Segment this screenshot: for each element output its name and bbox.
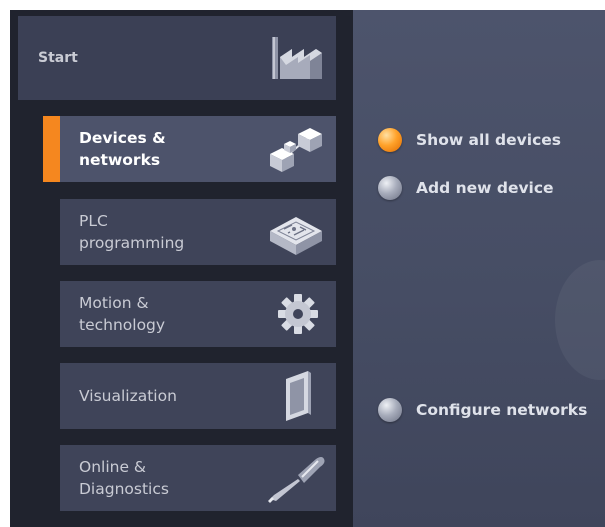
nav-plc-programming-label-line1: PLC	[79, 212, 108, 230]
nav-online-diagnostics-label-line2: Diagnostics	[79, 480, 169, 498]
bullet-icon	[378, 398, 402, 422]
add-new-device-link[interactable]: Add new device	[378, 176, 554, 200]
nav-plc-programming[interactable]: PLC programming	[60, 199, 336, 265]
nav-online-diagnostics[interactable]: Online & Diagnostics	[60, 445, 336, 511]
active-indicator	[43, 116, 60, 182]
show-all-devices-link[interactable]: Show all devices	[378, 128, 561, 152]
actions-panel	[353, 10, 605, 527]
add-new-device-label: Add new device	[416, 179, 554, 197]
show-all-devices-label: Show all devices	[416, 131, 561, 149]
nav-motion-technology[interactable]: Motion & technology	[60, 281, 336, 347]
nav-devices-networks-label-line1: Devices &	[79, 129, 166, 147]
nav-devices-networks-label-line2: networks	[79, 151, 161, 169]
configure-networks-link[interactable]: Configure networks	[378, 398, 587, 422]
screwdriver-icon	[268, 457, 325, 503]
portal-view: Start Devices & networks PLC programming…	[10, 10, 605, 527]
factory-icon	[272, 37, 322, 79]
start-label: Start	[38, 50, 78, 66]
nav-plc-programming-label-line2: programming	[79, 234, 185, 252]
background-watermark	[555, 260, 605, 380]
selected-bullet-icon	[378, 128, 402, 152]
nav-devices-networks[interactable]: Devices & networks	[43, 116, 336, 182]
nav-visualization[interactable]: Visualization	[60, 363, 336, 429]
bullet-icon	[378, 176, 402, 200]
plc-programming-icon	[270, 217, 322, 255]
visualization-panel-icon	[286, 371, 311, 421]
devices-networks-icon	[270, 128, 322, 172]
nav-visualization-label: Visualization	[79, 387, 177, 405]
gear-icon	[278, 294, 318, 334]
nav-motion-technology-label-line2: technology	[79, 316, 166, 334]
start-button[interactable]: Start	[18, 16, 336, 100]
nav-online-diagnostics-label-line1: Online &	[79, 458, 147, 476]
configure-networks-label: Configure networks	[416, 401, 588, 419]
nav-motion-technology-label-line1: Motion &	[79, 294, 149, 312]
